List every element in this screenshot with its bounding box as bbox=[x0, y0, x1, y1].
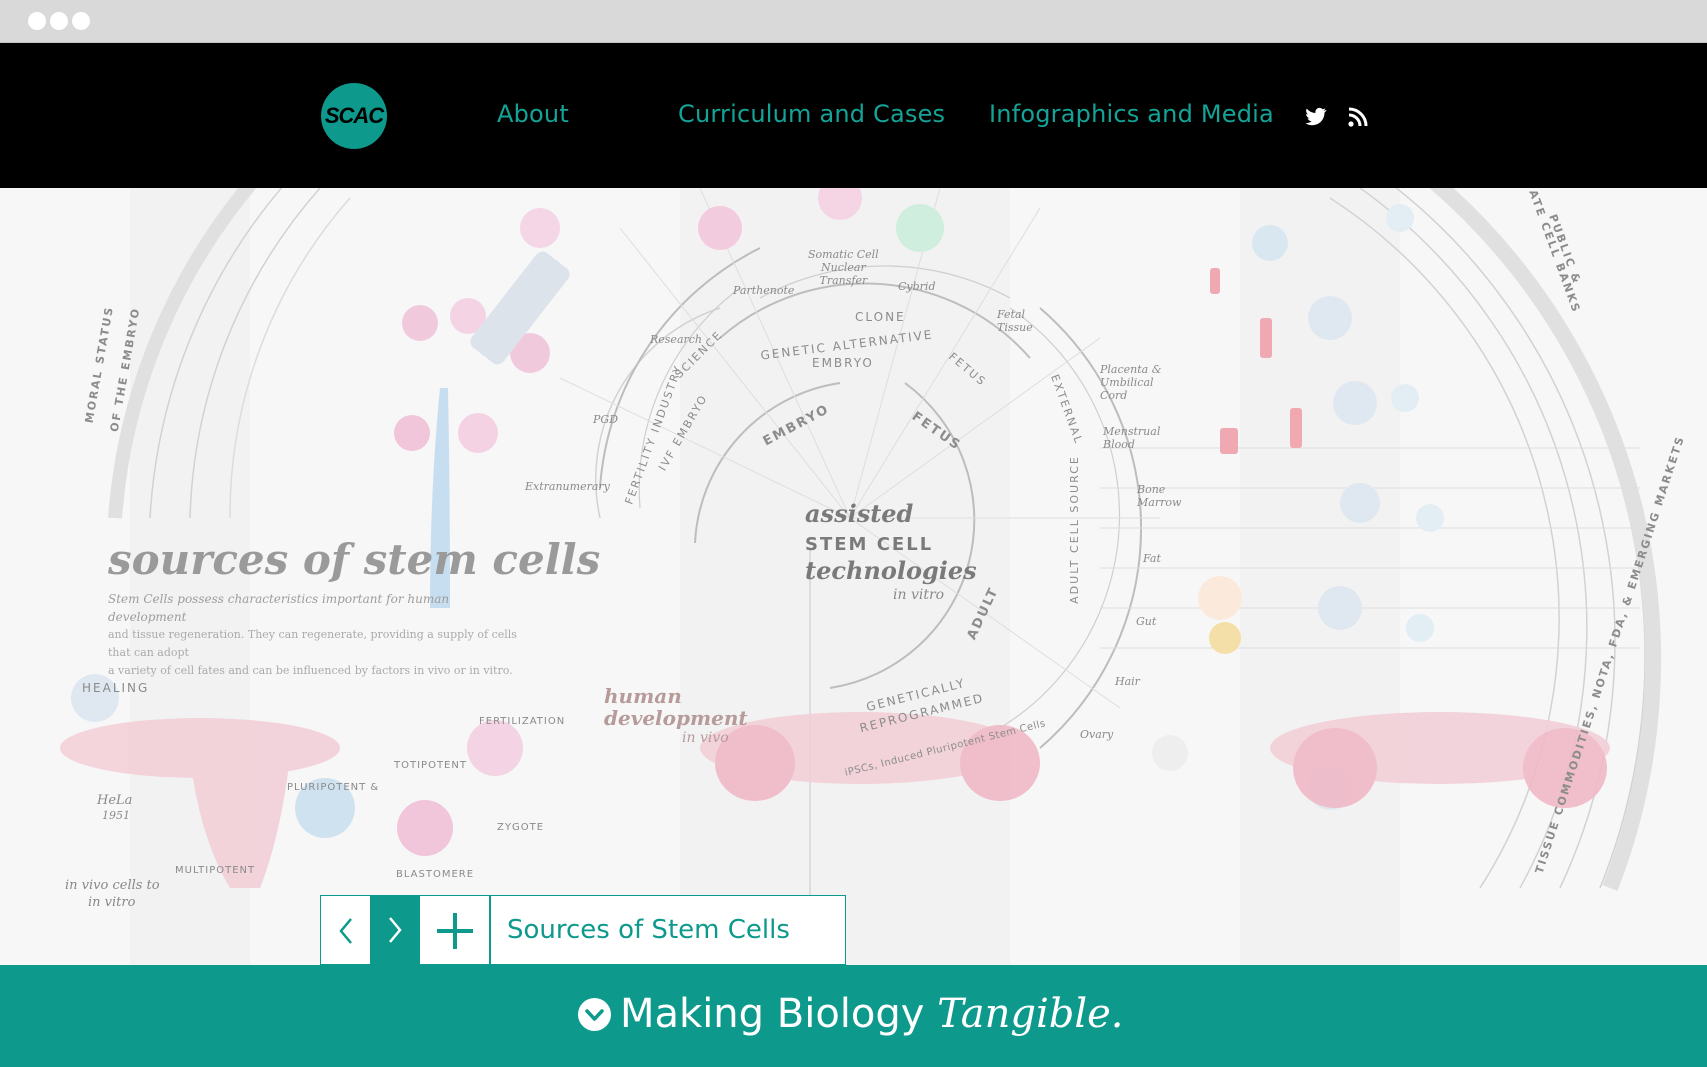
in-vitro-small-label: in vitro bbox=[88, 895, 136, 910]
fertilization-label: FERTILIZATION bbox=[479, 716, 566, 727]
tagline-plain: Making Biology bbox=[620, 991, 938, 1037]
carousel-caption-text: Sources of Stem Cells bbox=[507, 915, 790, 945]
somatic-cell-label: Somatic Cell Nuclear Transfer bbox=[808, 248, 879, 287]
cord-line: Cord bbox=[1100, 389, 1128, 402]
chevron-left-icon bbox=[339, 918, 352, 944]
blastomere-label: BLASTOMERE bbox=[396, 869, 475, 880]
in-vivo-cells-label: in vivo cells to bbox=[65, 878, 160, 893]
fetal-tissue-label: Fetal Tissue bbox=[997, 308, 1033, 334]
browser-chrome bbox=[0, 0, 1707, 43]
gut-label: Gut bbox=[1136, 615, 1157, 628]
zygote-label: ZYGOTE bbox=[497, 822, 545, 833]
ovary-label: Ovary bbox=[1080, 728, 1114, 741]
nav-link-about[interactable]: About bbox=[497, 100, 569, 128]
window-dot-minimize[interactable] bbox=[50, 12, 68, 30]
tissue-line: Tissue bbox=[997, 321, 1033, 334]
hair-label: Hair bbox=[1115, 675, 1140, 688]
pluripotent-label: PLURIPOTENT & bbox=[287, 782, 380, 793]
human-development-label: human development bbox=[604, 685, 748, 729]
technologies-label: technologies bbox=[805, 556, 977, 585]
description-line-3: a variety of cell fates and can be influ… bbox=[108, 664, 513, 677]
tagline-emphasis: Tangible. bbox=[937, 991, 1124, 1037]
totipotent-label: TOTIPOTENT bbox=[394, 760, 467, 771]
genetic-alt-embryo-label: EMBRYO bbox=[812, 356, 874, 370]
nav-link-infographics[interactable]: Infographics and Media bbox=[989, 100, 1274, 128]
pgd-label: PGD bbox=[593, 413, 619, 426]
hela-label: HeLa bbox=[97, 793, 133, 808]
healing-label: HEALING bbox=[82, 681, 150, 695]
assisted-label: assisted bbox=[805, 499, 914, 528]
transfer-line: Transfer bbox=[819, 274, 868, 287]
carousel-expand-button[interactable] bbox=[420, 895, 490, 965]
description-line-2: and tissue regeneration. They can regene… bbox=[108, 628, 517, 659]
tagline: Making Biology Tangible. bbox=[620, 991, 1124, 1037]
multipotent-label: MULTIPOTENT bbox=[175, 865, 256, 876]
bone-line: Bone bbox=[1137, 483, 1166, 496]
development-label: development bbox=[604, 706, 748, 730]
description-line-1: Stem Cells possess characteristics impor… bbox=[108, 592, 450, 624]
hero-infographic: sources of stem cells Stem Cells possess… bbox=[0, 188, 1707, 965]
fetal-line: Fetal bbox=[997, 308, 1026, 321]
menstrual-blood-label: Menstrual Blood bbox=[1103, 425, 1160, 451]
umbilical-line: Umbilical bbox=[1100, 376, 1154, 389]
window-dot-close[interactable] bbox=[28, 12, 46, 30]
chevron-down-circle-icon[interactable] bbox=[578, 998, 611, 1031]
in-vivo-label: in vivo bbox=[682, 730, 729, 746]
rss-icon[interactable] bbox=[1347, 106, 1371, 128]
site-logo[interactable]: SCAC bbox=[321, 83, 387, 149]
carousel-prev-button[interactable] bbox=[320, 895, 370, 965]
nav-link-curriculum[interactable]: Curriculum and Cases bbox=[678, 100, 945, 128]
marrow-line: Marrow bbox=[1137, 496, 1182, 509]
fat-label: Fat bbox=[1143, 552, 1161, 565]
nuclear-line: Nuclear bbox=[821, 261, 866, 274]
menstrual-line: Menstrual bbox=[1103, 425, 1161, 438]
adult-cell-source-label: ADULT CELL SOURCE bbox=[1067, 455, 1081, 604]
parthenote-label: Parthenote bbox=[733, 284, 795, 297]
extranumerary-label: Extranumerary bbox=[525, 480, 610, 493]
carousel-caption[interactable]: Sources of Stem Cells bbox=[490, 895, 846, 965]
window-dot-maximize[interactable] bbox=[72, 12, 90, 30]
chevron-right-icon bbox=[389, 917, 402, 943]
human-label: human bbox=[604, 684, 682, 708]
clone-label: CLONE bbox=[855, 310, 906, 324]
somatic-line: Somatic Cell bbox=[808, 248, 879, 261]
cybrid-label: Cybrid bbox=[898, 280, 936, 293]
blood-line: Blood bbox=[1103, 438, 1135, 451]
in-vitro-label: in vitro bbox=[893, 587, 945, 603]
carousel-next-button[interactable] bbox=[370, 895, 420, 965]
bone-marrow-label: Bone Marrow bbox=[1137, 483, 1181, 509]
placenta-label: Placenta & Umbilical Cord bbox=[1100, 363, 1162, 402]
twitter-icon[interactable] bbox=[1304, 106, 1328, 128]
stem-cell-label: STEM CELL bbox=[805, 534, 934, 555]
hela-year-label: 1951 bbox=[102, 809, 130, 822]
research-label: Research bbox=[650, 333, 703, 346]
infographic-title: sources of stem cells bbox=[108, 535, 601, 584]
infographic-description: Stem Cells possess characteristics impor… bbox=[108, 590, 528, 680]
plus-icon bbox=[437, 913, 473, 949]
placenta-line: Placenta & bbox=[1100, 363, 1162, 376]
